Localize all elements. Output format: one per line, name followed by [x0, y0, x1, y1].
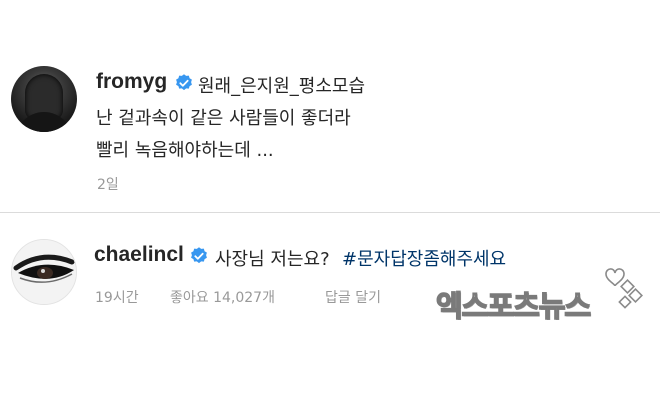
- comment-username[interactable]: chaelincl: [94, 243, 184, 267]
- watermark-text: 엑스포츠뉴스: [435, 288, 591, 323]
- comment-author-avatar[interactable]: [11, 239, 77, 305]
- post-timestamp[interactable]: 2일: [97, 174, 119, 194]
- reply-button[interactable]: 답글 달기: [325, 287, 381, 307]
- post-username[interactable]: fromyg: [96, 70, 167, 94]
- post-caption-line-1: 원래_은지원_평소모습: [198, 76, 366, 97]
- comment-timestamp[interactable]: 19시간: [95, 287, 139, 307]
- verified-badge-icon: [176, 74, 192, 91]
- comment-like-count[interactable]: 좋아요 14,027개: [170, 287, 275, 307]
- eye-makeup-icon: [12, 240, 76, 304]
- watermark-logo-icon: [605, 268, 643, 309]
- comment-text: 사장님 저는요?: [215, 249, 330, 270]
- post-caption-line-2: 난 겉과속이 같은 사람들이 좋더라: [96, 108, 351, 129]
- original-post: fromyg 원래_은지원_평소모습 난 겉과속이 같은 사람들이 좋더라 빨리…: [0, 0, 660, 212]
- verified-badge-icon: [191, 247, 207, 264]
- comment-hashtag[interactable]: #문자답장좀해주세요: [342, 245, 506, 271]
- post-caption-line-3: 빨리 녹음해야하는데 ...: [96, 140, 274, 161]
- post-author-avatar[interactable]: [11, 66, 77, 132]
